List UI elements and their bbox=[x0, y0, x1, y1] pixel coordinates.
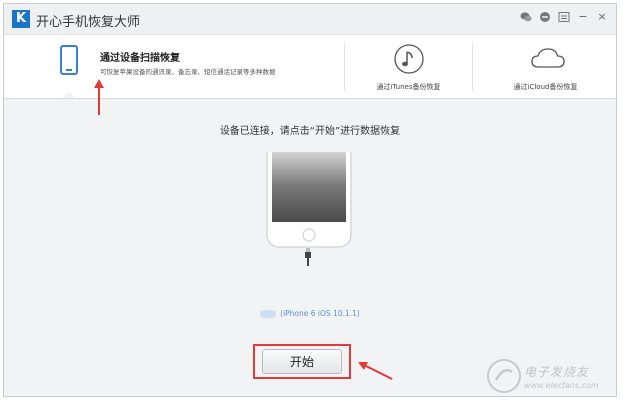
window-controls: − × bbox=[520, 11, 608, 23]
device-thumbnail-icon bbox=[260, 310, 277, 318]
active-tab-indicator bbox=[62, 91, 76, 98]
instruction-text: 设备已连接，请点击“开始”进行数据恢复 bbox=[219, 126, 401, 137]
chat-icon[interactable] bbox=[539, 11, 551, 23]
lightning-cable bbox=[305, 248, 311, 266]
tab-device-scan[interactable]: 通过设备扫描恢复 可恢复苹果设备的通讯录、备忘录、短信通话记录等多种数据 bbox=[4, 35, 341, 98]
tab-icloud-backup[interactable]: 通过iCloud备份恢复 bbox=[473, 35, 616, 98]
tab-itunes-label: 通过iTunes备份恢复 bbox=[376, 83, 441, 91]
iphone-device-image bbox=[266, 152, 352, 248]
device-model-label: (iPhone 6 iOS 10.1.1) bbox=[4, 309, 616, 319]
watermark-text: 电子发烧友 bbox=[524, 365, 590, 379]
close-button[interactable]: × bbox=[596, 11, 608, 23]
app-title: 开心手机恢复大师 bbox=[36, 15, 141, 30]
title-bar: K 开心手机恢复大师 − × bbox=[4, 4, 616, 35]
music-note-icon bbox=[394, 44, 424, 74]
device-model-text: (iPhone 6 iOS 10.1.1) bbox=[280, 309, 360, 318]
phone-icon bbox=[60, 45, 78, 75]
start-button[interactable]: 开始 bbox=[262, 349, 342, 374]
tab-icloud-label: 通过iCloud备份恢复 bbox=[513, 83, 578, 91]
app-logo: K bbox=[12, 10, 30, 28]
watermark-logo-icon bbox=[487, 359, 521, 393]
mode-tabs: 通过设备扫描恢复 可恢复苹果设备的通讯录、备忘录、短信通话记录等多种数据 通过i… bbox=[4, 35, 616, 99]
app-window: K 开心手机恢复大师 − × 通过设备扫描恢复 可恢复苹果设备的通讯录、备忘录、… bbox=[3, 3, 617, 397]
menu-icon[interactable] bbox=[558, 11, 570, 23]
tab-device-scan-title: 通过设备扫描恢复 bbox=[100, 53, 180, 64]
minimize-button[interactable]: − bbox=[577, 11, 589, 23]
tab-itunes-backup[interactable]: 通过iTunes备份恢复 bbox=[345, 35, 472, 98]
cloud-icon bbox=[531, 48, 565, 68]
tab-device-scan-subtitle: 可恢复苹果设备的通讯录、备忘录、短信通话记录等多种数据 bbox=[100, 68, 276, 76]
watermark: 电子发烧友 www.elecfans.com bbox=[486, 355, 621, 397]
watermark-url: www.elecfans.com bbox=[524, 381, 599, 390]
wechat-icon[interactable] bbox=[520, 11, 532, 23]
